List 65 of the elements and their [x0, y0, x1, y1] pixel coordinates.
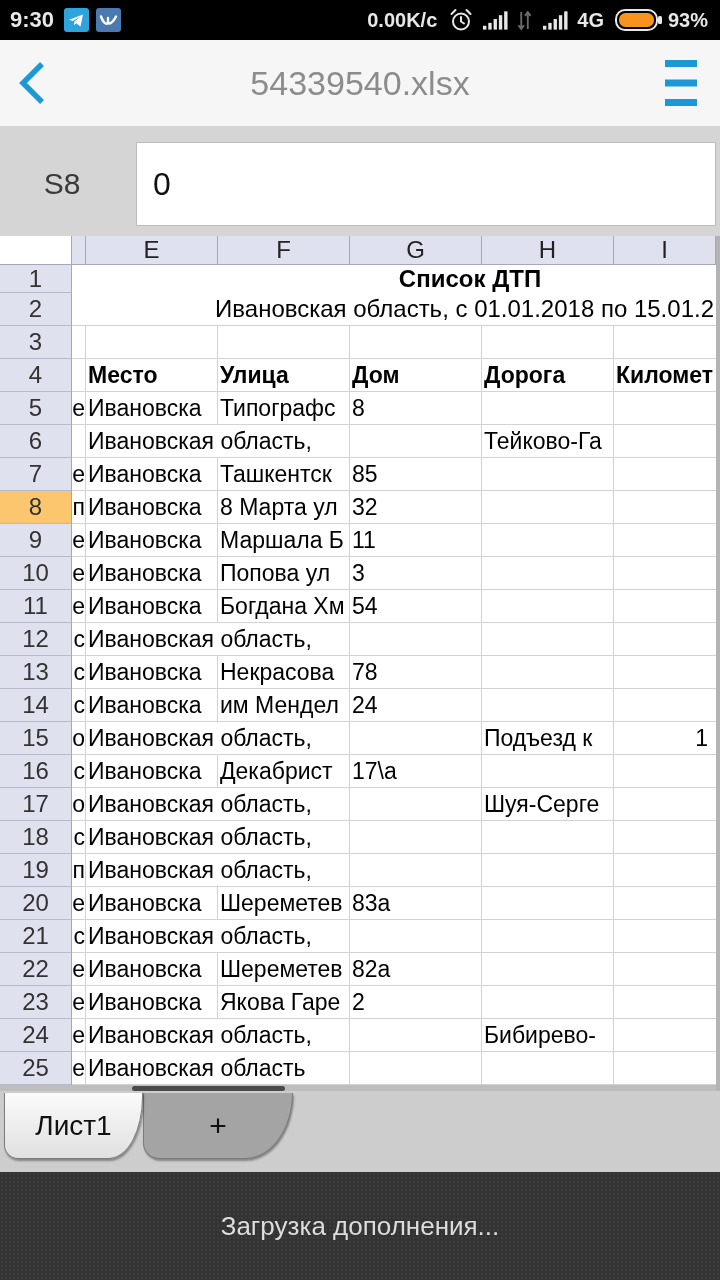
table-cell: Ивановская область,	[86, 821, 312, 853]
table-cell: Ивановская область,	[86, 722, 312, 754]
row-header[interactable]: 17	[0, 788, 72, 821]
formula-field[interactable]: 0	[136, 142, 716, 226]
column-header[interactable]: H	[482, 236, 614, 265]
app-tile-icon	[96, 8, 122, 32]
battery-percent: 93%	[667, 8, 708, 32]
table-cell: Ивановская область,	[86, 920, 312, 952]
battery-icon	[614, 9, 662, 31]
column-header[interactable]: F	[218, 236, 350, 265]
sheet-title: Список ДТП	[398, 265, 542, 292]
file-title: 54339540.xlsx	[249, 63, 471, 103]
row-header[interactable]: 6	[0, 425, 72, 458]
row-header[interactable]: 1	[0, 265, 72, 293]
signal-bars-icon	[543, 10, 569, 30]
row-header[interactable]: 15	[0, 722, 72, 755]
alarm-clock-icon	[449, 8, 474, 32]
row-header[interactable]: 5	[0, 392, 72, 425]
table-cell: Ивановская область,	[86, 788, 312, 820]
row-header[interactable]: 2	[0, 293, 72, 326]
row-header[interactable]: 13	[0, 656, 72, 689]
row-header[interactable]: 12	[0, 623, 72, 656]
row-header[interactable]: 18	[0, 821, 72, 854]
scrollbar-thumb[interactable]	[132, 1085, 285, 1091]
table-cell: Ивановская область	[86, 1052, 306, 1084]
row-header[interactable]: 19	[0, 854, 72, 887]
row-header[interactable]: 22	[0, 953, 72, 986]
column-header[interactable]: E	[86, 236, 218, 265]
paper-plane-icon	[64, 8, 90, 32]
network-speed: 0.00K/c	[367, 8, 438, 32]
add-sheet-tab[interactable]: +	[143, 1093, 293, 1159]
row-header[interactable]: 10	[0, 557, 72, 590]
row-header[interactable]: 21	[0, 920, 72, 953]
back-button[interactable]	[18, 61, 46, 105]
menu-icon	[665, 60, 697, 106]
row-header[interactable]: 20	[0, 887, 72, 920]
row-header[interactable]: 16	[0, 755, 72, 788]
sheet-tab[interactable]: Лист1	[4, 1093, 143, 1159]
data-arrows-icon	[517, 9, 533, 31]
table-cell: Ивановская область,	[86, 1019, 312, 1051]
row-header[interactable]: 7	[0, 458, 72, 491]
row-header[interactable]: 24	[0, 1019, 72, 1052]
column-header[interactable]	[72, 236, 86, 265]
back-icon	[18, 61, 46, 105]
row-header[interactable]: 23	[0, 986, 72, 1019]
menu-button[interactable]	[665, 60, 697, 106]
row-header[interactable]: 11	[0, 590, 72, 623]
row-header[interactable]: 3	[0, 326, 72, 359]
network-type: 4G	[577, 8, 604, 32]
row-header[interactable]: 9	[0, 524, 72, 557]
signal-bars-icon	[483, 10, 509, 30]
notification-text: Загрузка дополнения...	[220, 1210, 500, 1242]
select-all-corner[interactable]	[0, 236, 72, 265]
table-cell: Ивановская область,	[86, 425, 312, 457]
table-cell: Ивановская область,	[86, 854, 312, 886]
row-header[interactable]: 25	[0, 1052, 72, 1085]
table-cell: Ивановская область,	[86, 623, 312, 655]
sheet-subtitle: Ивановская область, с 01.01.2018 по 15.01.2	[215, 294, 714, 324]
status-time: 9:30	[10, 7, 55, 33]
row-header[interactable]: 14	[0, 689, 72, 722]
row-header[interactable]: 4	[0, 359, 72, 392]
cell-reference: S8	[42, 166, 82, 202]
row-header[interactable]: 8	[0, 491, 72, 524]
column-header[interactable]: G	[350, 236, 482, 265]
column-header[interactable]: I	[614, 236, 716, 265]
